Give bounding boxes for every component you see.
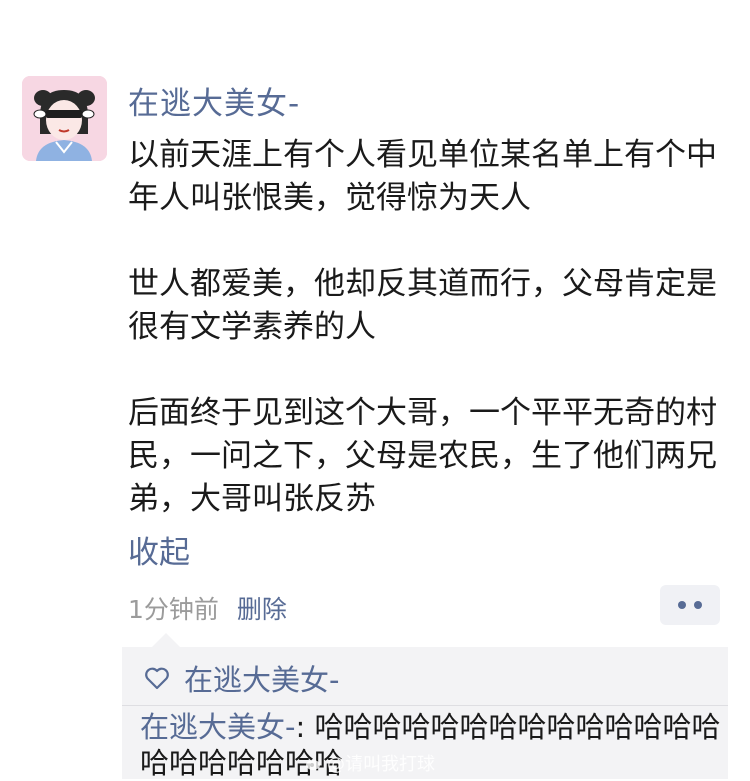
more-dots-icon [694, 601, 702, 609]
delete-link[interactable]: 删除 [237, 590, 287, 626]
comment-separator: : [295, 710, 315, 744]
comment-author[interactable]: 在逃大美女- [140, 710, 295, 744]
post-meta: 1分钟前 删除 [128, 590, 287, 626]
post-paragraph: 世人都爱美，他却反其道而行，父母肯定是很有文学素养的人 [128, 266, 717, 345]
watermark: @请叫我打球 [305, 750, 435, 776]
avatar[interactable] [22, 76, 107, 161]
post-author-name[interactable]: 在逃大美女- [128, 78, 300, 123]
collapse-link[interactable]: 收起 [128, 527, 190, 572]
watermark-text: @请叫我打球 [327, 754, 435, 775]
more-button[interactable] [660, 585, 720, 625]
post-paragraph: 以前天涯上有个人看见单位某名单上有个中年人叫张恨美，觉得惊为天人 [128, 137, 717, 216]
like-user-name[interactable]: 在逃大美女- [184, 657, 339, 699]
weibo-icon [306, 760, 320, 770]
divider [122, 705, 728, 706]
heart-outline-icon [145, 667, 169, 690]
more-dots-icon [678, 601, 686, 609]
cartoon-girl-avatar-icon [22, 76, 107, 161]
post-body: 以前天涯上有个人看见单位某名单上有个中年人叫张恨美，觉得惊为天人 世人都爱美，他… [128, 134, 728, 521]
post-timestamp: 1分钟前 [128, 595, 219, 624]
post-paragraph: 后面终于见到这个大哥，一个平平无奇的村民，一问之下，父母是农民，生了他们两兄弟，… [128, 395, 717, 517]
likes-row: 在逃大美女- [144, 657, 339, 699]
